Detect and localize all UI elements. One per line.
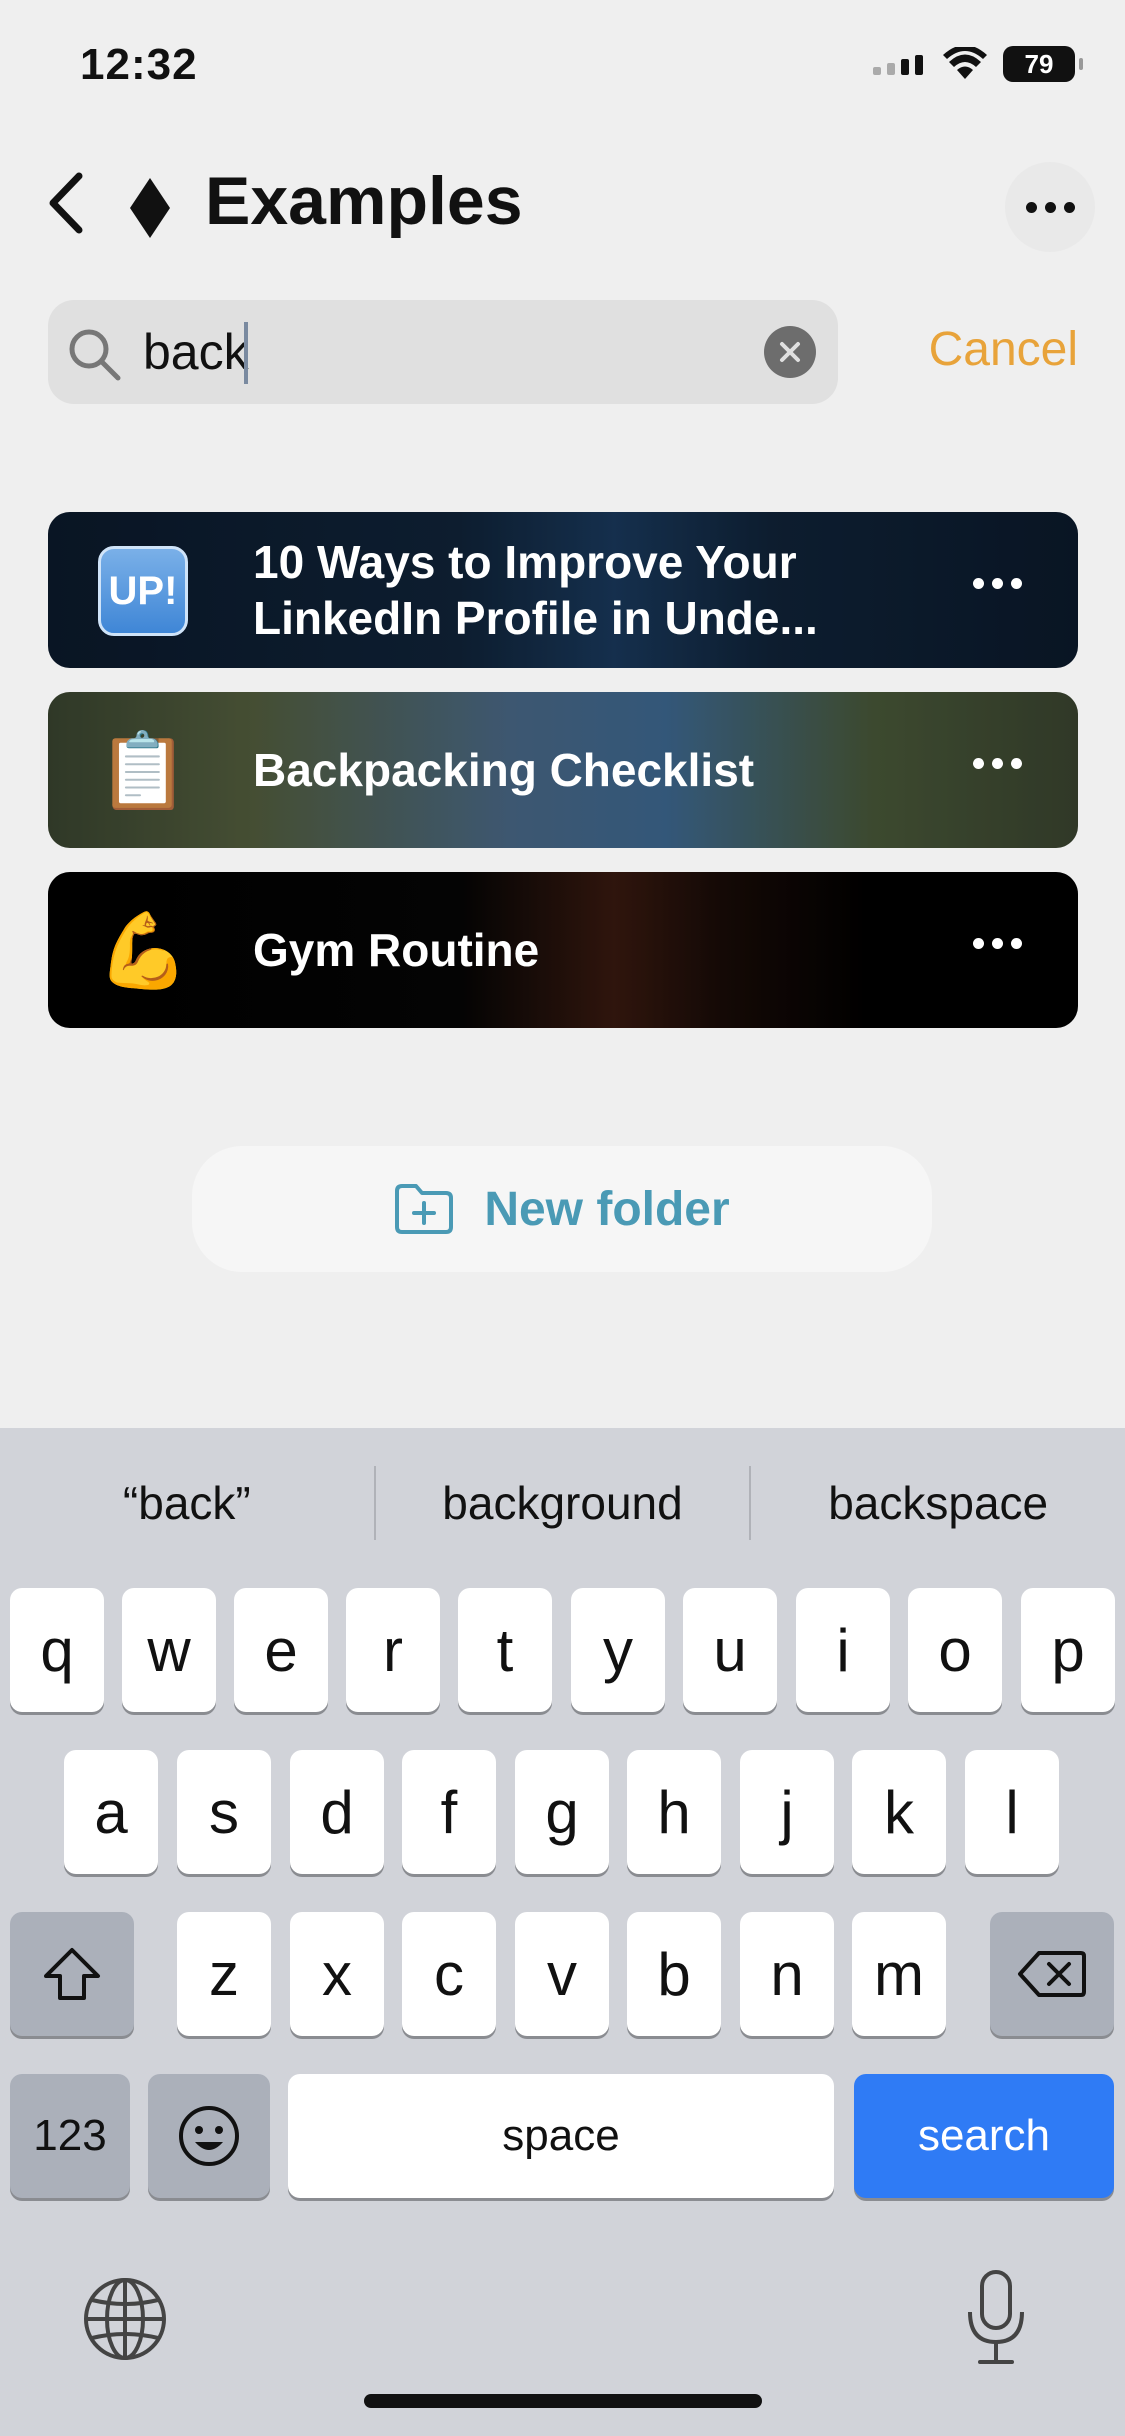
card-icon: UP! (98, 546, 188, 636)
home-indicator (364, 2394, 762, 2408)
search-input[interactable] (143, 320, 783, 384)
key-k[interactable]: k (852, 1750, 946, 1874)
more-icon-dot (1063, 201, 1075, 213)
card-more-button[interactable] (973, 938, 1022, 949)
wifi-icon (943, 47, 987, 79)
card-emoji-glyph: 📋 (96, 728, 190, 812)
more-icon-dot (992, 758, 1003, 769)
key-f[interactable]: f (402, 1750, 496, 1874)
microphone-icon[interactable] (964, 2268, 1028, 2368)
key-g[interactable]: g (515, 1750, 609, 1874)
key-y[interactable]: y (571, 1588, 665, 1712)
keyboard: “back” background backspace q w e r t y … (0, 1428, 1125, 2436)
more-icon-dot (1011, 578, 1022, 589)
key-s[interactable]: s (177, 1750, 271, 1874)
backspace-key[interactable] (990, 1912, 1114, 2036)
key-c[interactable]: c (402, 1912, 496, 2036)
list-item[interactable]: 💪 Gym Routine (48, 872, 1078, 1028)
key-p[interactable]: p (1021, 1588, 1115, 1712)
new-folder-button[interactable]: New folder (192, 1146, 932, 1272)
numbers-key[interactable]: 123 (10, 2074, 130, 2198)
space-key[interactable]: space (288, 2074, 834, 2198)
flexed-biceps-emoji-icon: 💪 (96, 906, 190, 996)
key-r[interactable]: r (346, 1588, 440, 1712)
more-options-button[interactable] (1005, 162, 1095, 252)
key-o[interactable]: o (908, 1588, 1002, 1712)
search-icon (69, 329, 121, 381)
more-icon-dot (973, 938, 984, 949)
key-z[interactable]: z (177, 1912, 271, 2036)
globe-icon[interactable] (82, 2276, 168, 2362)
more-icon-dot (973, 758, 984, 769)
back-button[interactable] (30, 168, 100, 238)
key-l[interactable]: l (965, 1750, 1059, 1874)
list-item[interactable]: 📋 Backpacking Checklist (48, 692, 1078, 848)
key-j[interactable]: j (740, 1750, 834, 1874)
shift-key[interactable] (10, 1912, 134, 2036)
search-key[interactable]: search (854, 2074, 1114, 2198)
more-icon-dot (1025, 201, 1037, 213)
diamond-icon (130, 178, 170, 238)
results-list: UP! 10 Ways to Improve Your LinkedIn Pro… (48, 512, 1078, 1052)
more-icon-dot (1044, 201, 1056, 213)
key-x[interactable]: x (290, 1912, 384, 2036)
card-more-button[interactable] (973, 578, 1022, 589)
suggestion-item[interactable]: background (376, 1476, 750, 1530)
key-t[interactable]: t (458, 1588, 552, 1712)
card-title: Gym Routine (253, 924, 540, 976)
card-title: Backpacking Checklist (253, 744, 755, 796)
key-b[interactable]: b (627, 1912, 721, 2036)
search-box[interactable] (48, 300, 838, 404)
more-icon-dot (973, 578, 984, 589)
key-q[interactable]: q (10, 1588, 104, 1712)
card-title: 10 Ways to Improve Your LinkedIn Profile… (253, 536, 818, 644)
page-title: Examples (205, 163, 523, 239)
key-v[interactable]: v (515, 1912, 609, 2036)
card-emoji-glyph: 💪 (96, 908, 190, 992)
status-bar: 12:32 79 (0, 0, 1125, 130)
emoji-icon (179, 2106, 239, 2166)
search-row: Cancel (48, 300, 1078, 404)
key-d[interactable]: d (290, 1750, 384, 1874)
more-icon-dot (1011, 938, 1022, 949)
status-time: 12:32 (80, 40, 198, 89)
more-icon-dot (992, 578, 1003, 589)
cellular-signal-icon (873, 55, 923, 75)
text-caret (244, 322, 248, 384)
clipboard-emoji-icon: 📋 (96, 726, 190, 816)
emoji-key[interactable] (148, 2074, 270, 2198)
key-e[interactable]: e (234, 1588, 328, 1712)
nav-header: Examples (0, 150, 1125, 260)
more-icon-dot (992, 938, 1003, 949)
key-w[interactable]: w (122, 1588, 216, 1712)
battery-indicator: 79 (1003, 46, 1083, 82)
folder-add-icon (395, 1184, 454, 1234)
key-h[interactable]: h (627, 1750, 721, 1874)
key-a[interactable]: a (64, 1750, 158, 1874)
clear-search-button[interactable] (764, 326, 816, 378)
suggestion-item[interactable]: backspace (751, 1476, 1125, 1530)
shift-icon (44, 1948, 100, 2000)
key-u[interactable]: u (683, 1588, 777, 1712)
chevron-left-icon (49, 172, 83, 234)
card-more-button[interactable] (973, 758, 1022, 769)
key-n[interactable]: n (740, 1912, 834, 2036)
key-i[interactable]: i (796, 1588, 890, 1712)
backspace-icon (1018, 1951, 1086, 1997)
status-icons: 79 (873, 46, 1083, 82)
new-folder-label: New folder (484, 1182, 730, 1236)
list-item[interactable]: UP! 10 Ways to Improve Your LinkedIn Pro… (48, 512, 1078, 668)
up-emoji-icon: UP! (98, 546, 188, 636)
keyboard-suggestions: “back” background backspace (0, 1428, 1125, 1578)
more-icon-dot (1011, 758, 1022, 769)
close-icon (780, 342, 800, 362)
cancel-button[interactable]: Cancel (929, 322, 1078, 377)
key-m[interactable]: m (852, 1912, 946, 2036)
suggestion-item[interactable]: “back” (0, 1476, 374, 1530)
